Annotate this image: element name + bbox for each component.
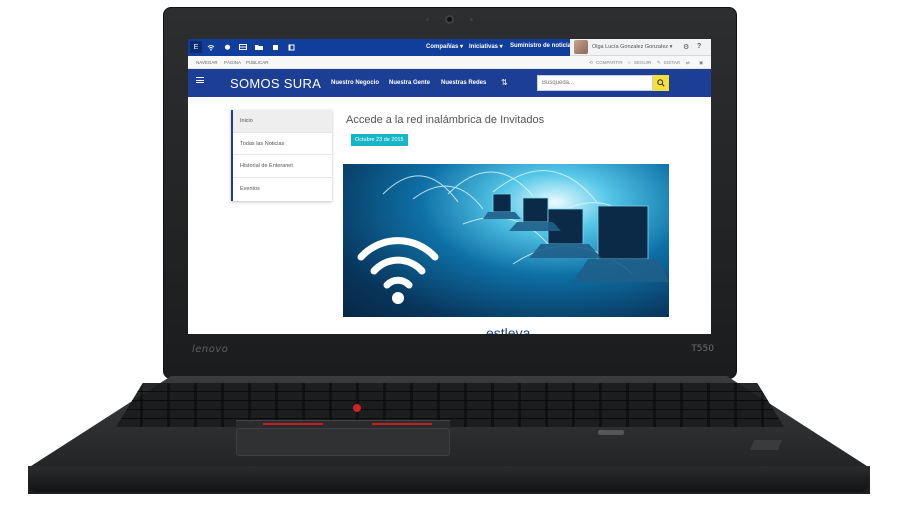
avatar[interactable] xyxy=(574,40,588,54)
laptop-base-edge xyxy=(28,466,870,492)
app-launcher-icon[interactable]: E xyxy=(190,41,202,53)
gear-icon[interactable]: ⚙ xyxy=(683,43,689,51)
trackpoint xyxy=(353,404,361,412)
webcam xyxy=(445,15,454,24)
menu-companias[interactable]: Compañías ▾ xyxy=(426,43,463,50)
webcam-sensor xyxy=(470,18,473,21)
sidebar-nav: Inicio Todas las Noticias Historial de E… xyxy=(231,110,332,201)
sidebar-item-historial[interactable]: Historial de Enteranet xyxy=(233,155,332,178)
menu-iniciativas[interactable]: Iniciativas ▾ xyxy=(469,43,503,50)
sidebar-item-eventos[interactable]: Eventos xyxy=(233,178,332,201)
book-icon[interactable] xyxy=(285,41,297,53)
edit-button[interactable]: EDITAR xyxy=(664,60,680,65)
sidebar-item-todas-noticias[interactable]: Todas las Noticias xyxy=(233,133,332,155)
share-icon[interactable]: ⟲ xyxy=(589,60,593,66)
article-subheading-partial: estleva xyxy=(486,325,531,334)
pencil-icon[interactable]: ✎ xyxy=(657,60,661,66)
trackpoint-button-stripe xyxy=(263,423,323,425)
star-icon[interactable]: ☆ xyxy=(627,60,631,66)
nav-nuestro-negocio[interactable]: Nuestro Negocio xyxy=(331,80,379,86)
trackpoint-button-stripe xyxy=(372,423,432,425)
touchpad xyxy=(236,428,450,456)
tab-pagina[interactable]: PÁGINA xyxy=(224,60,241,65)
nav-nuestra-gente[interactable]: Nuestra Gente xyxy=(389,80,430,86)
webcam-sensor xyxy=(426,18,429,21)
search-button[interactable] xyxy=(653,75,669,91)
sidebar-item-inicio[interactable]: Inicio xyxy=(233,110,332,133)
help-icon[interactable]: ? xyxy=(697,43,701,50)
date-badge: Octubre 23 de 2015 xyxy=(351,134,408,146)
menu-suministro-noticias[interactable]: Suministro de noticias xyxy=(510,43,574,49)
puzzle-icon[interactable] xyxy=(269,41,281,53)
site-title[interactable]: SOMOS SURA xyxy=(230,76,321,91)
hamburger-menu-icon[interactable] xyxy=(196,77,204,83)
search-input[interactable] xyxy=(537,75,653,91)
user-strip: Olga Lucía Gonzalez Gonzalez ▾ ⚙ ? xyxy=(570,39,711,56)
nav-nuestras-redes[interactable]: Nuestras Redes xyxy=(441,80,486,86)
keyboard-rows xyxy=(116,383,784,427)
fingerprint-reader xyxy=(598,430,624,435)
wifi-icon[interactable] xyxy=(205,41,217,53)
sync-icon[interactable]: ⇄ xyxy=(686,60,690,66)
article-title: Accede a la red inalámbrica de Invitados xyxy=(346,114,545,126)
hero-image-wifi-laptops xyxy=(343,164,669,317)
search-icon xyxy=(657,79,665,87)
site-header: SOMOS SURA Nuestro Negocio Nuestra Gente… xyxy=(188,69,711,97)
user-name[interactable]: Olga Lucía Gonzalez Gonzalez ▾ xyxy=(592,44,672,50)
folder-icon[interactable] xyxy=(253,41,265,53)
focus-icon[interactable]: ▣ xyxy=(699,60,703,66)
office-topbar: E Compañías ▾ Iniciativas ▾ Suministro d… xyxy=(188,39,711,56)
thinkpad-logo xyxy=(750,440,782,450)
laptop-model: T550 xyxy=(691,344,714,354)
share-button[interactable]: COMPARTIR xyxy=(596,60,623,65)
tab-publicar[interactable]: PUBLICAR xyxy=(246,60,269,65)
follow-button[interactable]: SEGUIR xyxy=(634,60,651,65)
table-icon[interactable] xyxy=(237,41,249,53)
laptop-brand: lenovo xyxy=(192,344,229,355)
sort-icon[interactable]: ⇅ xyxy=(501,78,508,87)
laptop-screen: E Compañías ▾ Iniciativas ▾ Suministro d… xyxy=(188,39,711,334)
chat-icon[interactable] xyxy=(221,41,233,53)
ribbon-bar: NAVEGAR PÁGINA PUBLICAR ⟲ COMPARTIR ☆ SE… xyxy=(188,56,711,69)
tab-navegar[interactable]: NAVEGAR xyxy=(196,60,218,65)
